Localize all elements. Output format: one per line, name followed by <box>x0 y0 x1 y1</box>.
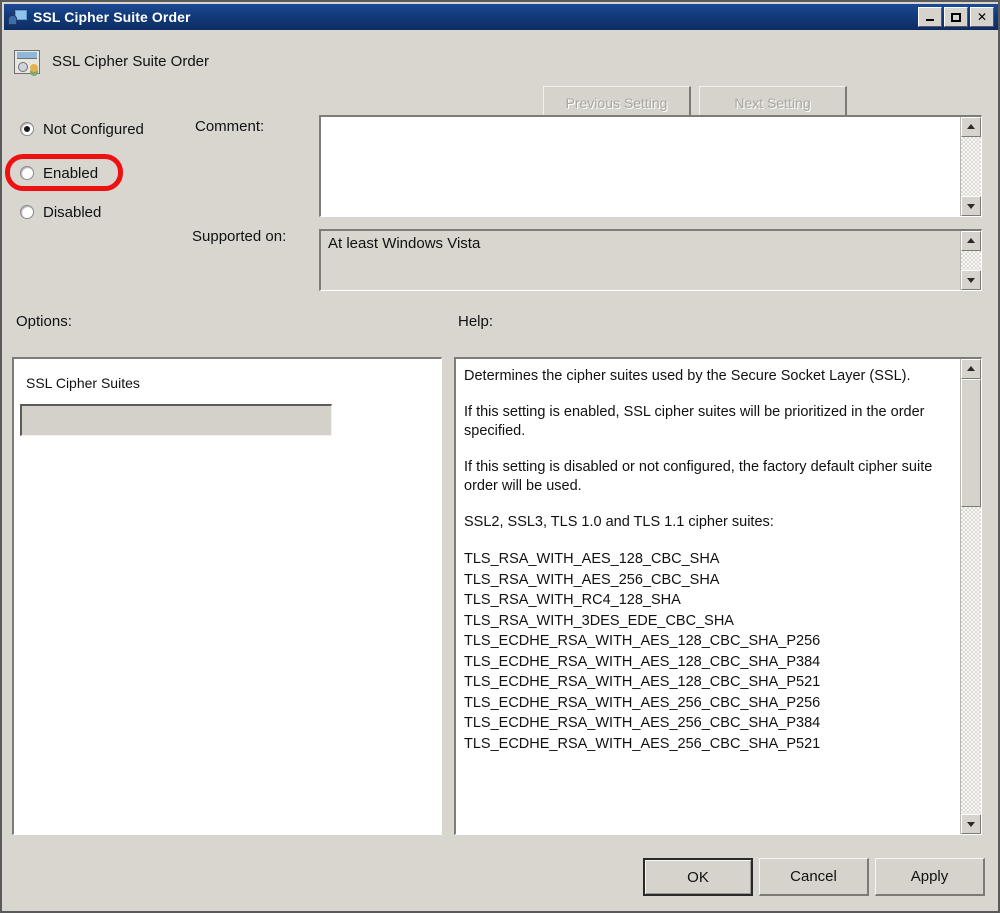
help-panel: Determines the cipher suites used by the… <box>454 357 982 835</box>
help-scroll-thumb[interactable] <box>961 379 981 507</box>
cipher-suite-list: TLS_RSA_WITH_AES_128_CBC_SHATLS_RSA_WITH… <box>464 549 950 754</box>
radio-disabled[interactable]: Disabled <box>20 201 101 223</box>
supported-scroll-up-button[interactable] <box>961 231 981 251</box>
cipher-suite-item: TLS_ECDHE_RSA_WITH_AES_128_CBC_SHA_P256 <box>464 631 950 652</box>
comment-scroll-up-button[interactable] <box>961 117 981 137</box>
cancel-button[interactable]: Cancel <box>759 858 869 896</box>
help-label: Help: <box>458 313 493 330</box>
chevron-up-icon <box>967 124 975 129</box>
radio-enabled-mark[interactable] <box>20 166 34 180</box>
help-text-content: Determines the cipher suites used by the… <box>456 359 960 834</box>
radio-not-configured-label: Not Configured <box>43 121 144 138</box>
cipher-suite-item: TLS_ECDHE_RSA_WITH_AES_128_CBC_SHA_P384 <box>464 652 950 673</box>
options-label: Options: <box>16 313 72 330</box>
apply-button[interactable]: Apply <box>875 858 985 896</box>
ok-button[interactable]: OK <box>643 858 753 896</box>
cipher-suite-item: TLS_ECDHE_RSA_WITH_AES_256_CBC_SHA_P384 <box>464 713 950 734</box>
window-title: SSL Cipher Suite Order <box>33 9 918 25</box>
chevron-down-icon <box>967 822 975 827</box>
cipher-suite-item: TLS_ECDHE_RSA_WITH_AES_128_CBC_SHA_P521 <box>464 672 950 693</box>
close-button[interactable]: ✕ <box>970 7 994 27</box>
help-scroll-down-button[interactable] <box>961 814 981 834</box>
help-paragraph: Determines the cipher suites used by the… <box>464 367 950 386</box>
title-bar: SSL Cipher Suite Order ✕ <box>4 4 998 30</box>
maximize-icon <box>945 8 967 26</box>
maximize-button[interactable] <box>944 7 968 27</box>
supported-on-value: At least Windows Vista <box>328 235 480 252</box>
comment-scrollbar[interactable] <box>960 117 981 216</box>
options-panel: SSL Cipher Suites <box>12 357 442 835</box>
radio-enabled[interactable]: Enabled <box>20 162 98 184</box>
minimize-button[interactable] <box>918 7 942 27</box>
help-scroll-track[interactable] <box>961 379 981 814</box>
help-scroll-up-button[interactable] <box>961 359 981 379</box>
policy-setting-icon <box>14 50 40 74</box>
chevron-down-icon <box>967 204 975 209</box>
cipher-suite-item: TLS_RSA_WITH_AES_256_CBC_SHA <box>464 570 950 591</box>
supported-on-field: At least Windows Vista <box>319 229 982 291</box>
help-scrollbar[interactable] <box>960 359 981 834</box>
header-region: SSL Cipher Suite Order Previous Setting … <box>4 32 998 102</box>
radio-disabled-mark[interactable] <box>20 205 34 219</box>
comment-label: Comment: <box>195 118 264 135</box>
cipher-suite-item: TLS_ECDHE_RSA_WITH_AES_256_CBC_SHA_P521 <box>464 734 950 755</box>
cipher-suite-item: TLS_RSA_WITH_3DES_EDE_CBC_SHA <box>464 611 950 632</box>
supported-scroll-track[interactable] <box>961 251 981 270</box>
comment-scroll-track[interactable] <box>961 137 981 196</box>
radio-not-configured[interactable]: Not Configured <box>20 118 144 140</box>
cipher-suite-item: TLS_ECDHE_RSA_WITH_AES_256_CBC_SHA_P256 <box>464 693 950 714</box>
computer-user-icon <box>8 8 28 26</box>
radio-disabled-label: Disabled <box>43 204 101 221</box>
radio-not-configured-mark[interactable] <box>20 122 34 136</box>
supported-scroll-down-button[interactable] <box>961 270 981 290</box>
chevron-up-icon <box>967 238 975 243</box>
help-paragraph: SSL2, SSL3, TLS 1.0 and TLS 1.1 cipher s… <box>464 513 950 532</box>
window-controls: ✕ <box>918 7 994 27</box>
ssl-cipher-suites-label: SSL Cipher Suites <box>26 375 140 391</box>
help-paragraph: If this setting is enabled, SSL cipher s… <box>464 403 950 441</box>
cipher-suite-item: TLS_RSA_WITH_RC4_128_SHA <box>464 590 950 611</box>
cipher-suite-item: TLS_RSA_WITH_AES_128_CBC_SHA <box>464 549 950 570</box>
close-icon: ✕ <box>971 8 993 26</box>
supported-on-label: Supported on: <box>192 228 286 245</box>
supported-on-scrollbar[interactable] <box>960 231 981 290</box>
page-title: SSL Cipher Suite Order <box>52 53 209 70</box>
radio-enabled-label: Enabled <box>43 165 98 182</box>
comment-textarea[interactable] <box>319 115 982 217</box>
comment-scroll-down-button[interactable] <box>961 196 981 216</box>
ssl-cipher-suite-order-dialog: SSL Cipher Suite Order ✕ SSL Cipher Suit… <box>0 0 1000 913</box>
help-paragraph: If this setting is disabled or not confi… <box>464 458 950 496</box>
minimize-icon <box>919 8 941 26</box>
chevron-down-icon <box>967 278 975 283</box>
ssl-cipher-suites-input[interactable] <box>20 404 332 436</box>
chevron-up-icon <box>967 366 975 371</box>
